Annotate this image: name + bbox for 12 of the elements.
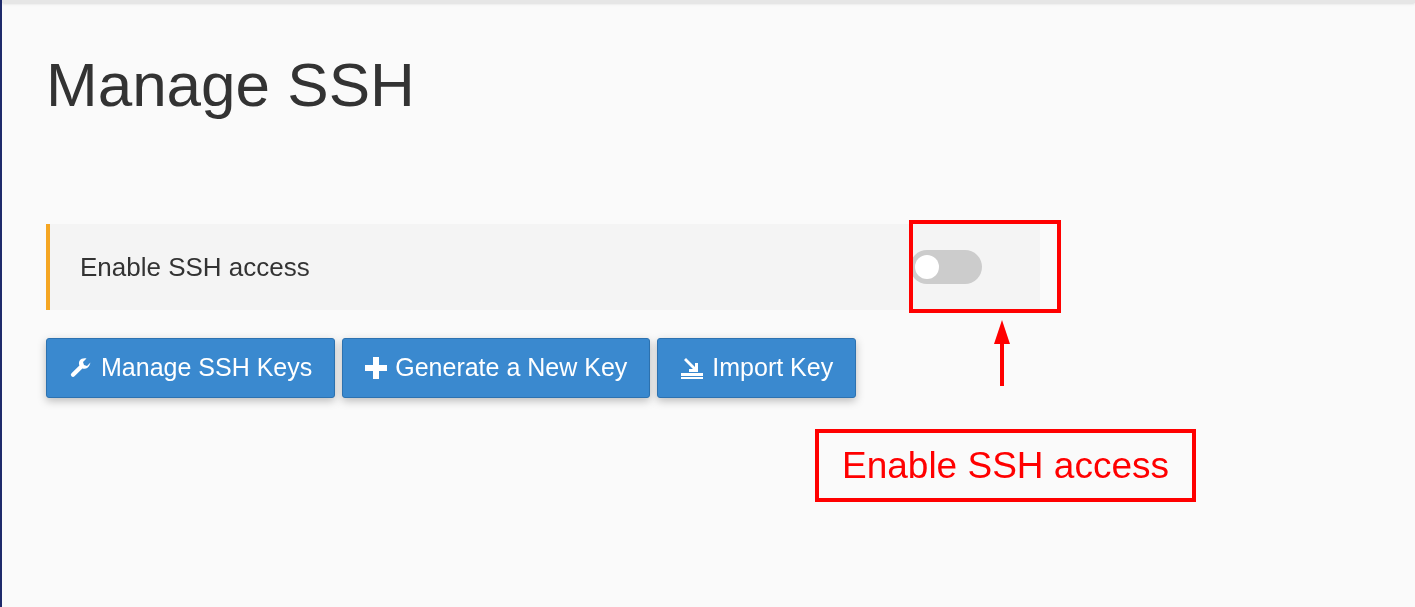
toggle-knob <box>915 255 939 279</box>
action-button[interactable]: Import Key <box>657 338 857 398</box>
toggle-switch[interactable] <box>910 250 982 284</box>
setting-label: Enable SSH access <box>80 250 311 284</box>
callout-label: Enable SSH access <box>815 429 1196 502</box>
arrow-icon <box>992 320 1012 388</box>
action-button[interactable]: Manage SSH Keys <box>46 338 336 398</box>
page-title: Manage SSH <box>46 49 415 121</box>
import-tray-icon <box>680 356 705 380</box>
plus-icon <box>365 357 388 379</box>
wrench-icon <box>69 356 93 380</box>
action-button[interactable]: Generate a New Key <box>342 338 651 398</box>
